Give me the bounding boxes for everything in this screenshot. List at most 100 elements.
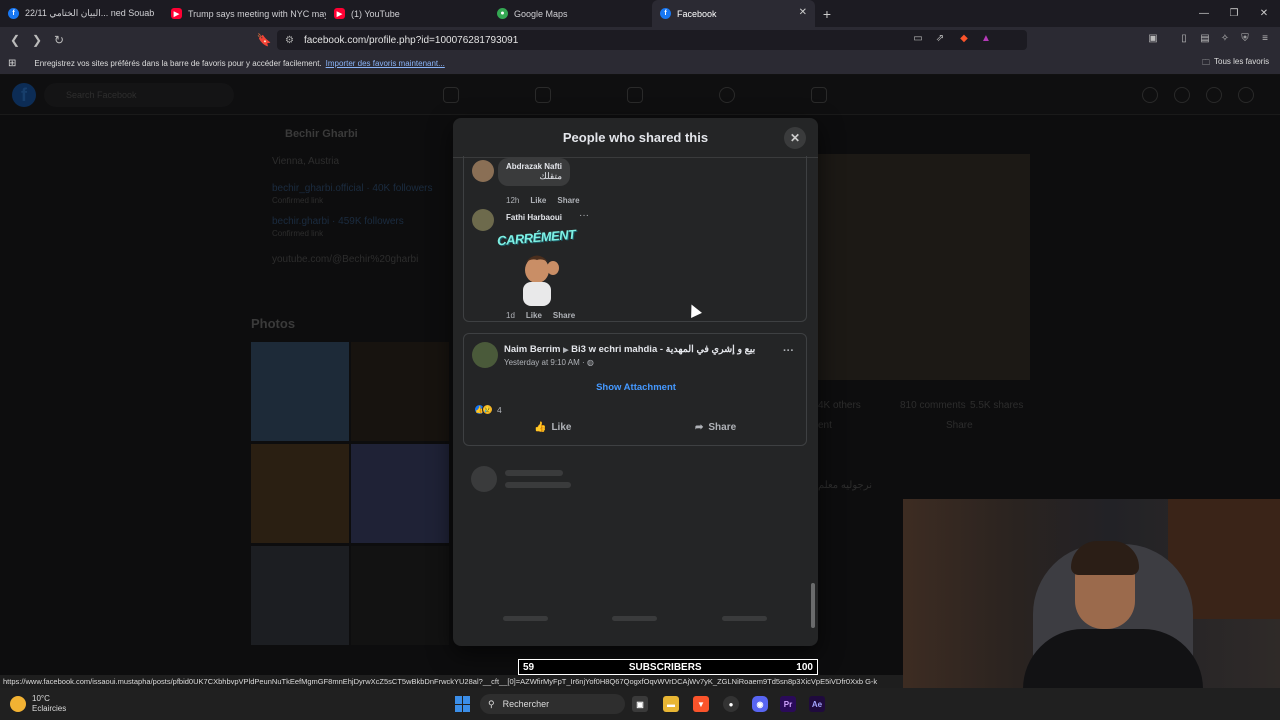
home-icon[interactable]: [443, 87, 459, 103]
photo-thumb-2[interactable]: [351, 342, 449, 441]
close-window-button[interactable]: ✕: [1248, 0, 1280, 27]
post-comments-count[interactable]: 810 comments: [900, 400, 966, 411]
task-view-icon[interactable]: ▣: [632, 696, 648, 712]
comment-more-icon[interactable]: ···: [579, 210, 589, 221]
taskbar-search[interactable]: ⚲ Rechercher: [480, 694, 625, 714]
comment-meta: 12h Like Share: [506, 196, 580, 205]
avatar[interactable]: [472, 342, 498, 368]
post-shares-count[interactable]: 5.5K shares: [970, 400, 1023, 411]
photo-thumb-6[interactable]: [351, 546, 449, 645]
comment-like-link[interactable]: Like: [530, 196, 546, 205]
facebook-icon: f: [660, 8, 671, 19]
post-like-button[interactable]: 👍 Like: [534, 422, 571, 433]
post-share-button[interactable]: ➦ Share: [695, 422, 736, 433]
post-group[interactable]: Bi3 w echri mahdia - بيع و إشري في المهد…: [571, 344, 755, 355]
groups-icon[interactable]: [719, 87, 735, 103]
commenter-name[interactable]: Abdrazak Nafti: [506, 162, 562, 171]
photo-thumb-5[interactable]: [251, 546, 349, 645]
instagram-confirmed: Confirmed link: [272, 196, 324, 205]
tab-2[interactable]: ▶ Trump says meeting with NYC mayor: [163, 0, 326, 27]
weather-widget[interactable]: 10°C Eclaircies: [10, 694, 66, 714]
comment-share-link[interactable]: Share: [557, 196, 579, 205]
share-action[interactable]: Share: [946, 420, 973, 431]
instagram-link[interactable]: bechir_gharbi.official · 40K followers: [272, 183, 432, 194]
post-author[interactable]: Naim Berrim: [504, 344, 561, 355]
brave-rewards-icon[interactable]: ▲: [978, 30, 994, 46]
tab-1[interactable]: f البيان الختامي 22/11... ned Souab: [0, 0, 163, 27]
tab-4[interactable]: ● Google Maps: [489, 0, 652, 27]
messenger-icon[interactable]: [1174, 87, 1190, 103]
menu-grid-icon[interactable]: [1142, 87, 1158, 103]
tab-5-active[interactable]: f Facebook ✕: [652, 0, 815, 27]
wallet-icon[interactable]: ▤: [1197, 30, 1213, 46]
profile-name[interactable]: Bechir Gharbi: [285, 128, 358, 140]
post-more-icon[interactable]: ···: [783, 345, 794, 357]
photo-thumb-3[interactable]: [251, 444, 349, 543]
profile-location: Vienna, Austria: [272, 156, 340, 167]
windows-start-icon[interactable]: [455, 696, 471, 712]
sidebar-icon[interactable]: ▯: [1176, 30, 1192, 46]
forward-button[interactable]: ❯: [27, 30, 47, 50]
import-bookmarks-link[interactable]: Importer des favoris maintenant...: [326, 59, 445, 68]
account-avatar[interactable]: [1238, 87, 1254, 103]
after-effects-icon[interactable]: Ae: [809, 696, 825, 712]
maps-pin-icon: ●: [497, 8, 508, 19]
back-button[interactable]: ❮: [5, 30, 25, 50]
comment-action[interactable]: ent: [818, 420, 832, 431]
apps-grid-icon[interactable]: ⊞: [8, 58, 16, 69]
webcam-overlay: [903, 499, 1280, 720]
gaming-icon[interactable]: [811, 87, 827, 103]
tab-search-icon[interactable]: ▣: [1145, 30, 1161, 46]
tab-3[interactable]: ▶ (1) YouTube: [326, 0, 489, 27]
browser-nav-bar: ❮ ❯ ↻ 🔖 ⚙ facebook.com/profile.php?id=10…: [0, 27, 1280, 53]
reload-button[interactable]: ↻: [49, 30, 69, 50]
tab-3-label: (1) YouTube: [351, 8, 400, 19]
avatar[interactable]: [472, 209, 494, 231]
site-info-icon[interactable]: ⚙: [285, 35, 294, 46]
arabic-comment-snippet: نرجوليه معلم: [818, 480, 872, 491]
background-video[interactable]: [818, 154, 1030, 380]
brave-shield-icon[interactable]: ◆: [956, 30, 972, 46]
facebook-search-input[interactable]: Search Facebook: [44, 83, 234, 107]
photos-heading[interactable]: Photos: [251, 316, 295, 331]
discord-icon[interactable]: ◉: [752, 696, 768, 712]
youtube-link[interactable]: youtube.com/@Bechir%20gharbi: [272, 254, 418, 265]
facebook-logo-icon[interactable]: f: [12, 83, 36, 107]
commenter-name[interactable]: Fathi Harbaoui: [506, 213, 562, 222]
post-time[interactable]: Yesterday at 9:10 AM: [504, 358, 580, 367]
tiktok-link[interactable]: bechir.gharbi · 459K followers: [272, 216, 404, 227]
dialog-scrollbar[interactable]: [811, 583, 815, 628]
file-explorer-icon[interactable]: ▬: [663, 696, 679, 712]
comment-share-link[interactable]: Share: [553, 311, 575, 320]
post-reactions[interactable]: 👍 😢 4: [474, 404, 502, 415]
premiere-pro-icon[interactable]: Pr: [780, 696, 796, 712]
comment-time[interactable]: 12h: [506, 196, 519, 205]
shares-dialog: People who shared this ✕ Abdrazak Nafti …: [453, 118, 818, 646]
notifications-icon[interactable]: [1206, 87, 1222, 103]
photo-thumb-1[interactable]: [251, 342, 349, 441]
new-tab-button[interactable]: +: [815, 0, 839, 27]
minimize-button[interactable]: —: [1188, 0, 1220, 27]
youtube-icon: ▶: [334, 8, 345, 19]
photo-thumb-4[interactable]: [351, 444, 449, 543]
menu-icon[interactable]: ≡: [1257, 30, 1273, 46]
bookmark-icon[interactable]: 🔖: [254, 30, 274, 50]
comment-time[interactable]: 1d: [506, 311, 515, 320]
video-icon[interactable]: [535, 87, 551, 103]
avatar[interactable]: [472, 160, 494, 182]
obs-icon[interactable]: ●: [723, 696, 739, 712]
close-dialog-button[interactable]: ✕: [784, 127, 806, 149]
leo-ai-icon[interactable]: ✧: [1217, 30, 1233, 46]
brave-browser-icon[interactable]: ▼: [693, 696, 709, 712]
marketplace-icon[interactable]: [627, 87, 643, 103]
show-attachment-link[interactable]: Show Attachment: [464, 382, 808, 393]
all-bookmarks[interactable]: 🗀 Tous les favoris: [1202, 57, 1269, 71]
vpn-icon[interactable]: ⛨: [1237, 30, 1253, 46]
share-icon[interactable]: ⇗: [932, 30, 948, 46]
close-tab-icon[interactable]: ✕: [799, 7, 807, 18]
cast-icon[interactable]: ▭: [910, 30, 926, 46]
comment-like-link[interactable]: Like: [526, 311, 542, 320]
loading-bar-skeleton: [612, 616, 657, 621]
share-arrow-icon: ➦: [695, 422, 704, 433]
maximize-button[interactable]: ❐: [1218, 0, 1250, 27]
